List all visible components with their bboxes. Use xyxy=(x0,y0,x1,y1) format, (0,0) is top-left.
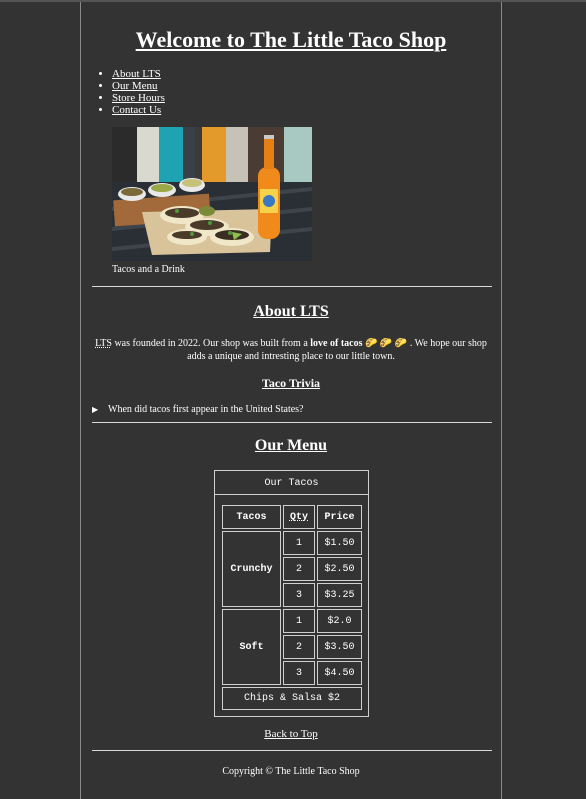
header-price: Price xyxy=(317,505,362,529)
nav-link-about[interactable]: About LTS xyxy=(112,68,161,80)
trivia-heading: Taco Trivia xyxy=(261,376,321,390)
caption-rule xyxy=(215,494,368,495)
header-tacos: Tacos xyxy=(222,505,281,529)
divider xyxy=(92,286,492,287)
nav-link-contact[interactable]: Contact Us xyxy=(112,104,161,116)
back-to-top: Back to Top xyxy=(81,728,501,740)
group-soft: Soft xyxy=(222,609,281,685)
tacos-photo xyxy=(112,127,312,261)
qty-cell: 1 xyxy=(283,609,315,633)
qty-abbreviation: Qty xyxy=(289,511,308,523)
qty-cell: 1 xyxy=(283,531,315,555)
price-cell: $3.50 xyxy=(317,635,362,659)
qty-cell: 2 xyxy=(283,557,315,581)
trivia-question[interactable]: When did tacos first appear in the Unite… xyxy=(108,404,304,415)
table-footer: Chips & Salsa $2 xyxy=(222,687,362,710)
back-to-top-link[interactable]: Back to Top xyxy=(264,728,317,740)
disclosure-triangle-icon[interactable]: ▶ xyxy=(92,405,108,414)
nav-item-menu: Our Menu xyxy=(112,80,165,92)
about-paragraph: LTS was founded in 2022. Our shop was bu… xyxy=(93,337,489,363)
price-cell: $4.50 xyxy=(317,661,362,685)
nav-item-about: About LTS xyxy=(112,68,165,80)
price-cell: $2.50 xyxy=(317,557,362,581)
qty-cell: 3 xyxy=(283,583,315,607)
photo-caption: Tacos and a Drink xyxy=(112,264,185,275)
page-container: Welcome to The Little Taco Shop About LT… xyxy=(80,2,502,799)
about-text-1: was founded in 2022. Our shop was built … xyxy=(111,338,311,349)
price-cell: $1.50 xyxy=(317,531,362,555)
nav-link-menu[interactable]: Our Menu xyxy=(112,80,158,92)
qty-cell: 2 xyxy=(283,635,315,659)
page-title: Welcome to The Little Taco Shop xyxy=(135,27,447,52)
nav-item-contact: Contact Us xyxy=(112,104,165,116)
price-cell: $3.25 xyxy=(317,583,362,607)
nav-item-hours: Store Hours xyxy=(112,92,165,104)
about-emphasis: love of tacos xyxy=(310,338,363,349)
nav-link-hours[interactable]: Store Hours xyxy=(112,92,165,104)
about-heading: About LTS xyxy=(253,303,329,320)
group-crunchy: Crunchy xyxy=(222,531,281,607)
trivia-details[interactable]: ▶ When did tacos first appear in the Unit… xyxy=(92,404,304,415)
divider xyxy=(92,750,492,751)
menu-table: Our Tacos Tacos Qty Price Crunchy 1 $1.5… xyxy=(214,470,369,717)
price-cell: $2.0 xyxy=(317,609,362,633)
menu-heading: Our Menu xyxy=(254,437,328,454)
nav-list: About LTS Our Menu Store Hours Contact U… xyxy=(96,68,165,116)
menu-caption: Our Tacos xyxy=(264,478,319,489)
copyright: Copyright © The Little Taco Shop xyxy=(222,766,360,777)
lts-abbreviation: LTS xyxy=(95,338,112,349)
header-qty: Qty xyxy=(283,505,315,529)
taco-emojis: 🌮 🌮 🌮 xyxy=(362,338,410,349)
divider xyxy=(92,422,492,423)
qty-cell: 3 xyxy=(283,661,315,685)
